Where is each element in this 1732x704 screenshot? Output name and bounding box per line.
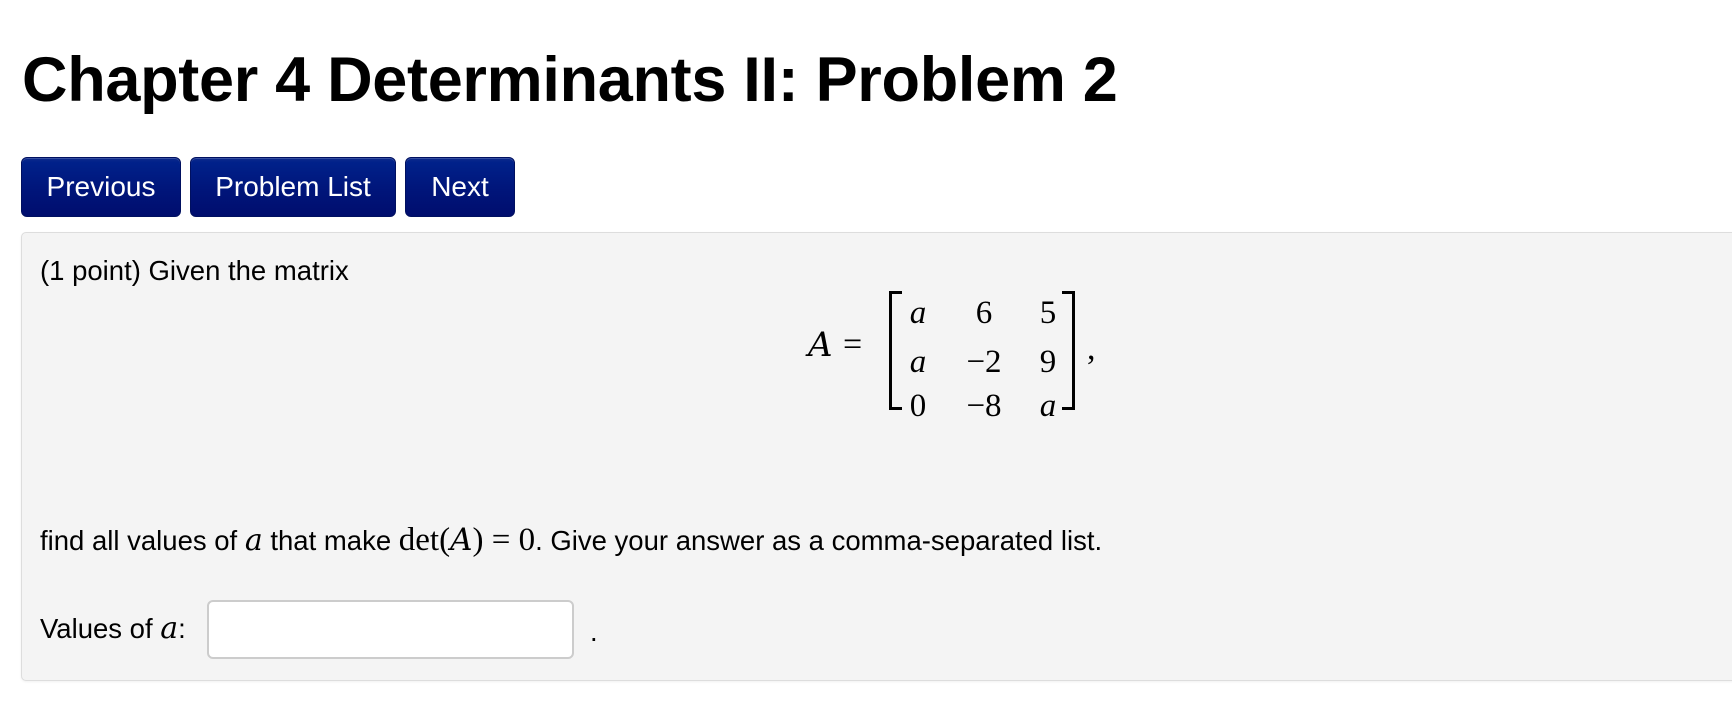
variable-a: a (244, 523, 263, 558)
matrix-cell: a (909, 344, 927, 380)
det-argument: A (450, 522, 473, 558)
question-part2: that make (262, 525, 399, 556)
matrix-cell: 9 (1039, 344, 1057, 380)
answer-label-suffix: : (178, 613, 186, 644)
problem-list-button[interactable]: Problem List (190, 157, 396, 217)
answer-label: Values of a: (40, 612, 186, 646)
answer-trailing-period: . (590, 616, 598, 647)
question-part3: . Give your answer as a comma-separated … (535, 525, 1103, 556)
matrix-cell: −2 (966, 344, 1002, 380)
matrix-cell: 0 (909, 388, 927, 424)
matrix-cell: 6 (975, 295, 993, 331)
matrix-cell: −8 (966, 388, 1002, 424)
matrix-name: A (808, 325, 833, 365)
det-equals-zero: ) = 0 (472, 522, 536, 558)
det-function: det( (398, 522, 451, 558)
answer-label-prefix: Values of (40, 613, 161, 644)
equals-sign: = (843, 326, 863, 363)
question-part1: find all values of (40, 525, 245, 556)
answer-input[interactable] (207, 600, 574, 659)
matrix-cell: a (909, 295, 927, 331)
matrix-cell: 5 (1039, 295, 1057, 331)
next-button[interactable]: Next (405, 157, 515, 217)
page-title: Chapter 4 Determinants II: Problem 2 (22, 45, 1118, 115)
problem-intro: (1 point) Given the matrix (40, 255, 349, 286)
problem-panel: (1 point) Given the matrix A = a 6 5 a −2 9 0 −… (21, 232, 1732, 681)
answer-label-var: a (160, 611, 179, 646)
previous-button[interactable]: Previous (21, 157, 181, 217)
matrix-cell: a (1039, 388, 1057, 424)
question-text: find all values of a that make det(A) = … (40, 523, 1102, 558)
matrix-trailing-comma: , (1087, 330, 1096, 367)
